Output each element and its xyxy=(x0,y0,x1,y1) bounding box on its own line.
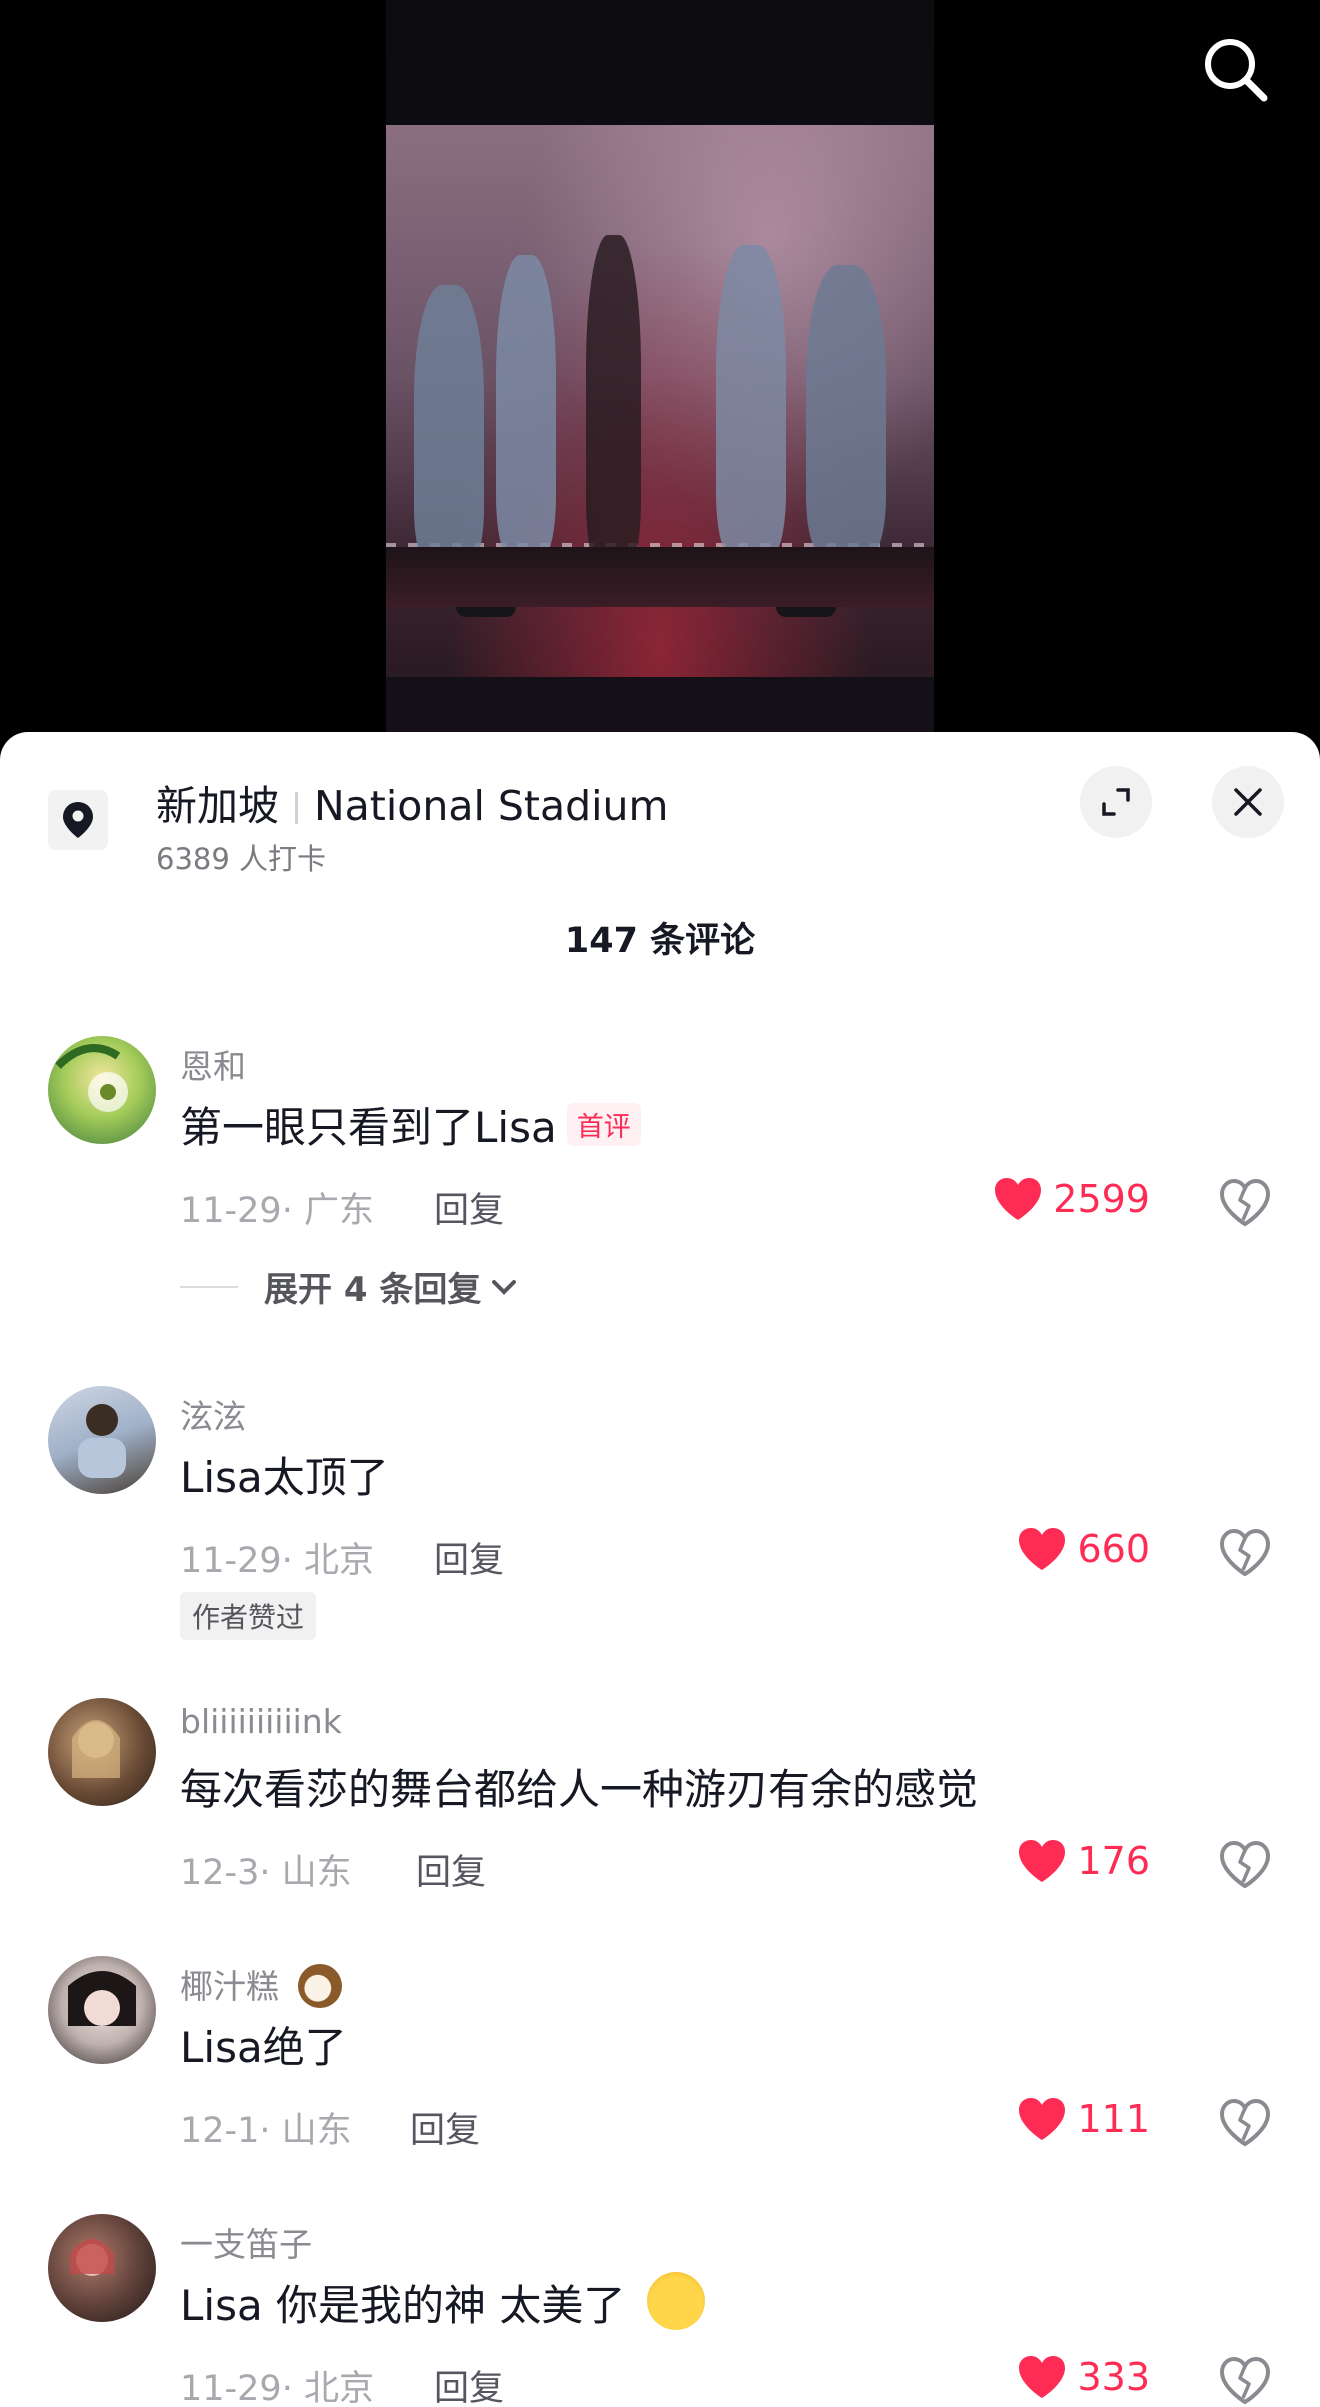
comment-text: 第一眼只看到了Lisa 首评 xyxy=(180,1094,641,1155)
broken-heart-icon xyxy=(1219,1528,1271,1577)
dislike-button[interactable] xyxy=(1218,1838,1272,1892)
reply-button[interactable]: 回复 xyxy=(434,1182,504,1233)
comment-item: 一支笛子 Lisa 你是我的神 太美了 11-29· 北京 回复 333 xyxy=(0,2210,1320,2407)
heart-icon xyxy=(1019,2356,1066,2398)
search-icon[interactable] xyxy=(1196,30,1276,110)
dancer-shape xyxy=(496,255,556,555)
heart-icon xyxy=(1019,1840,1066,1882)
comment-date-location: 11-29· 北京 xyxy=(180,1541,374,1581)
close-icon xyxy=(1234,788,1262,816)
expand-replies-button[interactable]: 展开 4 条回复 xyxy=(180,1262,519,1311)
like-button[interactable]: 660 xyxy=(1017,1526,1150,1572)
like-count: 2599 xyxy=(1053,1177,1150,1221)
like-count: 176 xyxy=(1077,1839,1150,1883)
dislike-button[interactable] xyxy=(1218,1526,1272,1580)
avatar[interactable] xyxy=(48,2214,156,2322)
comment-item: 恩和 第一眼只看到了Lisa 首评 11-29· 广东 回复 2599 展开 4 … xyxy=(0,1032,1320,1372)
location-pin-icon[interactable] xyxy=(48,790,108,850)
broken-heart-icon xyxy=(1219,1840,1271,1889)
concert-video-thumbnail xyxy=(386,125,934,677)
comment-item: bliiiiiiiiiink 每次看莎的舞台都给人一种游刃有余的感觉 12-3·… xyxy=(0,1694,1320,1954)
starstruck-emoji-icon xyxy=(646,2272,705,2330)
broken-heart-icon xyxy=(1219,2356,1271,2405)
performer-shape xyxy=(586,235,641,565)
comment-date-location: 11-29· 北京 xyxy=(180,2369,374,2407)
comment-username[interactable]: 一支笛子 xyxy=(180,2218,312,2266)
like-count: 111 xyxy=(1077,2097,1150,2141)
avatar[interactable] xyxy=(48,1956,156,2064)
comment-sheet: 新加坡 National Stadium 6389 人打卡 147 条评论 恩和 … xyxy=(0,732,1320,2407)
like-count: 333 xyxy=(1077,2355,1150,2399)
location-venue: National Stadium xyxy=(314,782,669,830)
dancer-shape xyxy=(806,265,886,555)
reply-button[interactable]: 回复 xyxy=(434,1532,504,1583)
like-count: 660 xyxy=(1077,1527,1150,1571)
checkin-count: 6389 人打卡 xyxy=(156,842,327,876)
reply-button[interactable]: 回复 xyxy=(434,2360,504,2407)
avatar[interactable] xyxy=(48,1386,156,1494)
video-player[interactable] xyxy=(0,0,1320,740)
comment-text: 每次看莎的舞台都给人一种游刃有余的感觉 xyxy=(180,1765,979,1814)
dancer-shape xyxy=(716,245,786,555)
author-liked-badge: 作者赞过 xyxy=(180,1592,317,1640)
broken-heart-icon xyxy=(1219,2098,1271,2147)
broken-heart-icon xyxy=(1219,1178,1271,1227)
stage-floor xyxy=(386,547,934,607)
dislike-button[interactable] xyxy=(1218,1176,1272,1230)
reply-button[interactable]: 回复 xyxy=(416,1844,486,1895)
title-divider xyxy=(295,792,298,824)
comment-item: 泫泫 Lisa太顶了 11-29· 北京 回复 660 作者赞过 xyxy=(0,1382,1320,1682)
comment-username[interactable]: 椰汁糕 xyxy=(180,1960,342,2008)
comment-text: Lisa 你是我的神 太美了 xyxy=(180,2272,705,2333)
first-comment-badge: 首评 xyxy=(566,1103,641,1146)
location-title[interactable]: 新加坡 National Stadium xyxy=(156,772,668,832)
dislike-button[interactable] xyxy=(1218,2354,1272,2407)
comment-item: 椰汁糕 Lisa绝了 12-1· 山东 回复 111 xyxy=(0,1952,1320,2212)
location-city: 新加坡 xyxy=(156,782,279,830)
comment-date-location: 12-1· 山东 xyxy=(180,2111,352,2151)
comment-date-location: 12-3· 山东 xyxy=(180,1853,352,1893)
dancer-shape xyxy=(414,285,484,565)
dislike-button[interactable] xyxy=(1218,2096,1272,2150)
comment-username[interactable]: 泫泫 xyxy=(180,1390,246,1438)
close-button[interactable] xyxy=(1212,766,1284,838)
comment-text: Lisa绝了 xyxy=(180,2023,347,2072)
like-button[interactable]: 2599 xyxy=(993,1176,1150,1222)
like-button[interactable]: 111 xyxy=(1017,2096,1150,2142)
comment-text: Lisa太顶了 xyxy=(180,1453,389,1502)
heart-icon xyxy=(1019,2098,1066,2140)
avatar[interactable] xyxy=(48,1698,156,1806)
heart-icon xyxy=(995,1178,1042,1220)
heart-icon xyxy=(1019,1528,1066,1570)
comment-username[interactable]: 恩和 xyxy=(180,1040,246,1088)
like-button[interactable]: 176 xyxy=(1017,1838,1150,1884)
expand-button[interactable] xyxy=(1080,766,1152,838)
expand-icon xyxy=(1102,788,1130,816)
avatar[interactable] xyxy=(48,1036,156,1144)
chevron-down-icon xyxy=(492,1279,517,1295)
comment-count: 147 条评论 xyxy=(564,921,756,961)
like-button[interactable]: 333 xyxy=(1017,2354,1150,2400)
comment-username[interactable]: bliiiiiiiiiink xyxy=(180,1702,342,1741)
comment-date-location: 11-29· 广东 xyxy=(180,1191,374,1231)
divider-line xyxy=(180,1285,238,1288)
reply-button[interactable]: 回复 xyxy=(410,2102,480,2153)
coconut-icon xyxy=(297,1964,342,2008)
